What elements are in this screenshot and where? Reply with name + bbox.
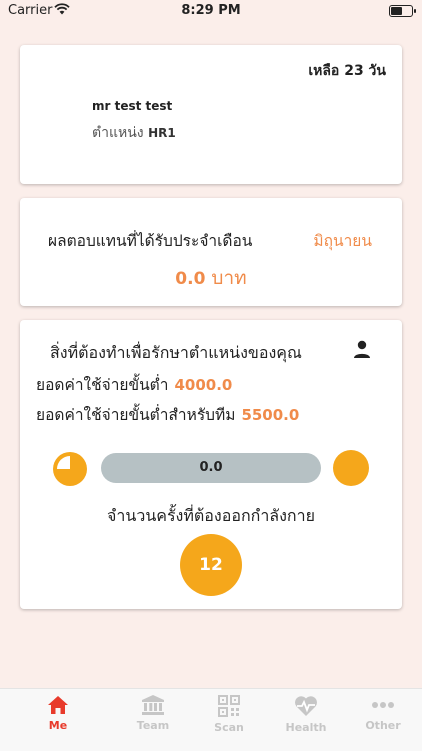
tab-other[interactable]: Other (341, 695, 422, 732)
pie-progress-icon (52, 451, 88, 487)
team-min-spend-label: ยอดค่าใช้จ่ายขั้นต่ำสำหรับทีม (36, 406, 236, 424)
income-card: ผลตอบแทนที่ได้รับประจำเดือน มิถุนายน 0.0… (20, 198, 402, 306)
tab-scan[interactable]: Scan (187, 695, 271, 734)
income-amount: 0.0 บาท (20, 263, 402, 293)
exercise-count: 12 (180, 534, 242, 596)
requirements-card: สิ่งที่ต้องทำเพื่อรักษาตำแหน่งของคุณ ยอด… (20, 320, 402, 609)
tab-scan-label: Scan (214, 721, 244, 734)
min-spend-label: ยอดค่าใช้จ่ายขั้นต่ำ (36, 376, 169, 394)
position-label: ตำแหน่ง (92, 125, 144, 141)
person-icon[interactable] (352, 339, 372, 359)
progress-label: 0.0 (199, 460, 223, 475)
income-title: ผลตอบแทนที่ได้รับประจำเดือน (48, 232, 253, 250)
exercise-title: จำนวนครั้งที่ต้องออกกำลังกาย (107, 506, 315, 525)
more-dots-icon (372, 702, 394, 708)
member-name: mr test test (92, 99, 173, 113)
min-spend-value: 4000.0 (174, 376, 233, 394)
team-min-spend-row: ยอดค่าใช้จ่ายขั้นต่ำสำหรับทีม 5500.0 (36, 402, 299, 427)
tab-bar: Me Team Scan Health Other (0, 688, 422, 751)
income-month: มิถุนายน (313, 232, 372, 250)
qr-code-icon (218, 695, 240, 717)
tab-team-label: Team (136, 719, 170, 732)
tab-me[interactable]: Me (16, 695, 100, 732)
status-bar: Carrier 8:29 PM (0, 0, 422, 22)
tab-other-label: Other (365, 719, 401, 732)
tab-me-label: Me (48, 719, 68, 732)
requirements-title: สิ่งที่ต้องทำเพื่อรักษาตำแหน่งของคุณ (50, 343, 302, 362)
position-value: HR1 (148, 126, 176, 140)
progress-end-circle (333, 450, 369, 486)
spend-progress-bar: 0.0 (101, 453, 321, 483)
days-remaining: เหลือ 23 วัน (308, 63, 386, 79)
battery-icon (389, 5, 416, 17)
income-amount-value: 0.0 (175, 269, 206, 289)
team-min-spend-value: 5500.0 (241, 406, 300, 424)
tab-health-label: Health (285, 721, 327, 734)
home-icon (48, 696, 68, 714)
member-position: ตำแหน่ง HR1 (92, 122, 176, 144)
min-spend-row: ยอดค่าใช้จ่ายขั้นต่ำ 4000.0 (36, 372, 232, 397)
tab-team[interactable]: Team (111, 695, 195, 732)
status-time: 8:29 PM (181, 3, 241, 18)
bank-icon (142, 695, 164, 715)
tab-health[interactable]: Health (264, 695, 348, 734)
income-unit: บาท (211, 267, 247, 289)
heart-pulse-icon (295, 696, 317, 716)
profile-card: เหลือ 23 วัน mr test test ตำแหน่ง HR1 (20, 45, 402, 184)
